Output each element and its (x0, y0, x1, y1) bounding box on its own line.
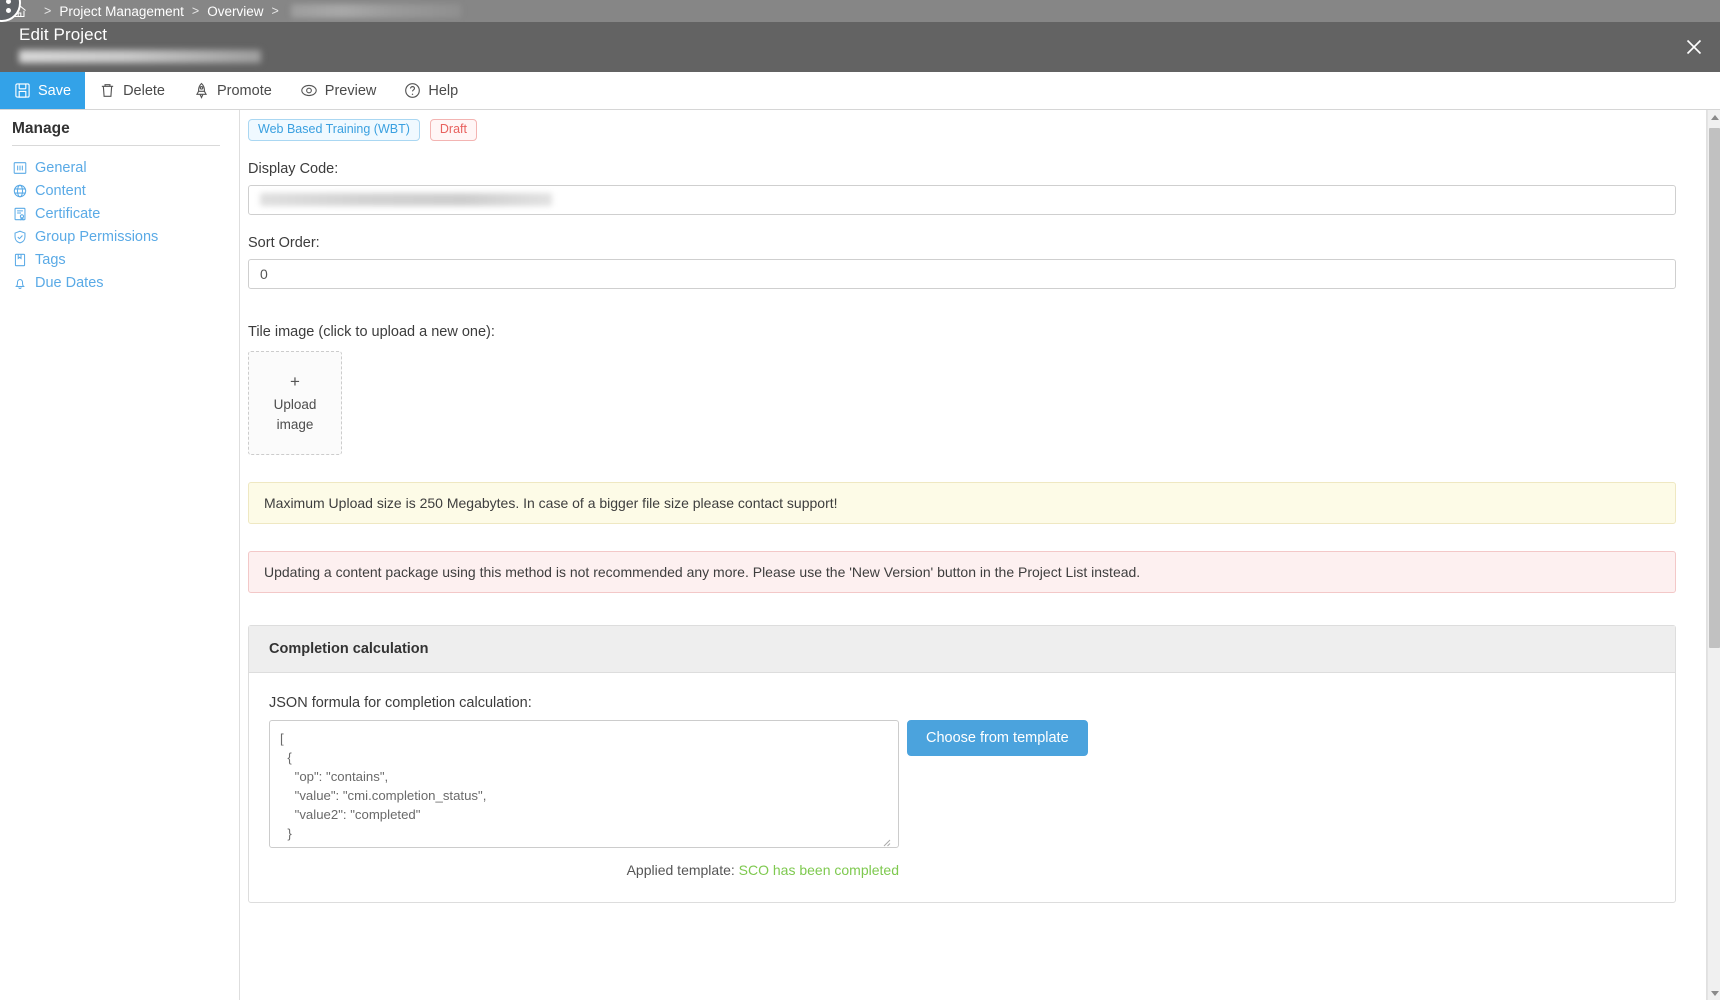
preview-button[interactable]: Preview (286, 72, 391, 109)
completion-calculation-panel: Completion calculation JSON formula for … (248, 624, 1676, 903)
sidebar-item-label: General (35, 159, 87, 176)
trash-icon (99, 82, 116, 99)
status-badge: Draft (429, 119, 477, 141)
sidebar-item-content[interactable]: Content (12, 179, 227, 202)
shield-check-icon (12, 229, 27, 244)
tile-image-label: Tile image (click to upload a new one): (248, 323, 495, 340)
sidebar-item-label: Group Permissions (35, 228, 159, 245)
breadcrumb-separator-1: > (44, 4, 52, 18)
content-area: Manage General Content Certificate Group… (0, 109, 1720, 1000)
close-icon[interactable] (1678, 31, 1710, 63)
display-code-redacted-value (260, 193, 552, 206)
bell-icon (12, 275, 27, 290)
display-code-label: Display Code: (248, 160, 339, 177)
applied-template-prefix: Applied template: (626, 861, 735, 878)
help-button[interactable]: Help (390, 72, 472, 109)
sidebar-item-label: Due Dates (35, 274, 104, 291)
question-circle-icon (404, 82, 421, 99)
window-title-bar: Edit Project (0, 22, 1720, 72)
certificate-icon (12, 206, 27, 221)
delete-label: Delete (123, 82, 165, 99)
sidebar-list: General Content Certificate Group Permis… (12, 156, 227, 294)
breadcrumb-separator-3: > (271, 4, 279, 18)
choose-from-template-button[interactable]: Choose from template (907, 719, 1088, 756)
project-form-pane: Web Based Training (WBT) Draft Display C… (241, 110, 1707, 1000)
vertical-scrollbar[interactable] (1707, 110, 1720, 1000)
completion-panel-title: Completion calculation (249, 625, 1675, 673)
upload-size-warning: Maximum Upload size is 250 Megabytes. In… (248, 481, 1676, 524)
json-formula-label: JSON formula for completion calculation: (269, 694, 532, 711)
applied-template-row: Applied template: SCO has been completed (269, 862, 899, 878)
badge-row: Web Based Training (WBT) Draft (248, 119, 1687, 141)
sidebar-item-group-permissions[interactable]: Group Permissions (12, 225, 227, 248)
delete-button[interactable]: Delete (85, 72, 179, 109)
promote-label: Promote (216, 82, 272, 99)
project-name-redacted (19, 50, 261, 63)
plus-icon: + (290, 371, 300, 391)
applied-template-name[interactable]: SCO has been completed (739, 862, 899, 878)
breadcrumb-item-redacted (290, 4, 461, 18)
edit-project-screen: > Project Management > Overview > Edit P… (0, 0, 1720, 1000)
preview-label: Preview (324, 82, 377, 99)
scrollbar-thumb[interactable] (1709, 128, 1720, 648)
sidebar-item-certificate[interactable]: Certificate (12, 202, 227, 225)
layout-icon (12, 160, 27, 175)
breadcrumb: > Project Management > Overview > (0, 0, 1720, 22)
manage-sidebar: Manage General Content Certificate Group… (0, 110, 240, 1000)
upload-image-dropzone[interactable]: + Upload image (248, 350, 342, 455)
breadcrumb-item-overview[interactable]: Overview (207, 4, 263, 19)
breadcrumb-item-project-management[interactable]: Project Management (59, 4, 184, 19)
sidebar-item-due-dates[interactable]: Due Dates (12, 271, 227, 294)
sidebar-item-label: Tags (35, 251, 66, 268)
json-formula-textarea[interactable]: [ { "op": "contains", "value": "cmi.comp… (269, 719, 899, 848)
globe-icon (12, 183, 27, 198)
save-button[interactable]: Save (0, 72, 86, 109)
save-icon (14, 82, 31, 99)
promote-button[interactable]: Promote (179, 72, 286, 109)
sidebar-item-general[interactable]: General (12, 156, 227, 179)
upload-image-line2: image (276, 416, 314, 432)
scroll-up-arrow-icon[interactable] (1708, 110, 1720, 125)
sidebar-heading: Manage (12, 110, 220, 146)
display-code-input[interactable] (248, 184, 1676, 215)
sidebar-item-tags[interactable]: Tags (12, 248, 227, 271)
sort-order-input[interactable]: 0 (248, 258, 1676, 289)
project-type-badge: Web Based Training (WBT) (248, 119, 420, 141)
action-toolbar: Save Delete Promote Preview Help (0, 72, 1720, 109)
sidebar-item-label: Content (35, 182, 86, 199)
content-package-danger-notice: Updating a content package using this me… (248, 550, 1676, 593)
page-title: Edit Project (19, 25, 108, 44)
help-label: Help (428, 82, 459, 99)
upload-image-line1: Upload (273, 396, 317, 412)
scroll-down-arrow-icon[interactable] (1708, 986, 1720, 1000)
sort-order-label: Sort Order: (248, 234, 320, 251)
tag-icon (12, 252, 27, 267)
rocket-icon (193, 82, 210, 99)
eye-icon (300, 82, 318, 99)
breadcrumb-separator-2: > (191, 4, 200, 18)
save-label: Save (38, 82, 72, 99)
sidebar-item-label: Certificate (35, 205, 101, 222)
